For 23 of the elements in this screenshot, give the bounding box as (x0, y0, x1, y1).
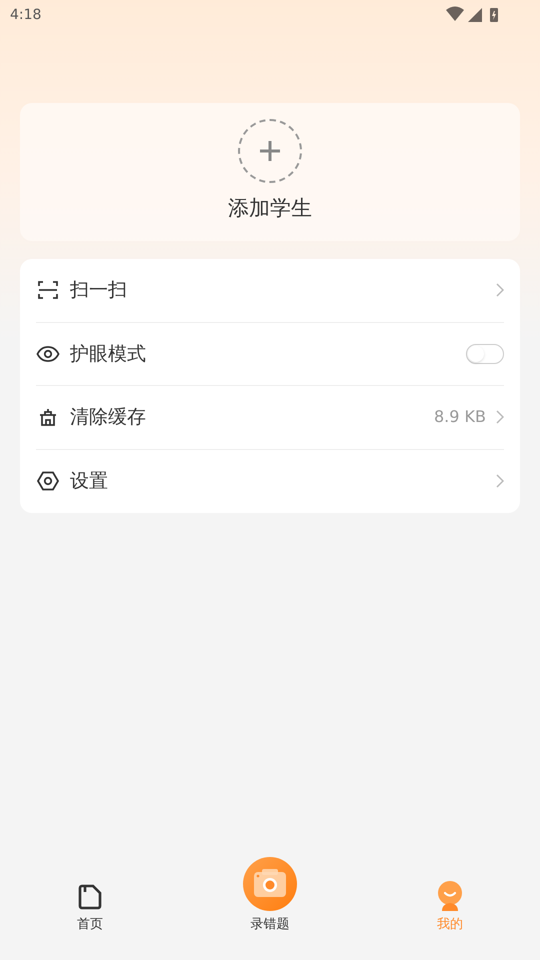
nav-tab[interactable]: 首页 (0, 882, 180, 934)
status-time: 4:18 (10, 6, 42, 24)
nav-tab[interactable]: 录错题 (180, 856, 360, 934)
add-student-button[interactable] (238, 119, 302, 184)
settings-icon (36, 469, 60, 494)
menu-label: 清除缓存 (70, 405, 147, 430)
plus-icon (258, 139, 282, 164)
toggle-switch[interactable] (466, 344, 504, 364)
menu-label: 扫一扫 (70, 278, 128, 303)
notebook-icon (76, 882, 104, 910)
menu-item[interactable]: 护眼模式 (36, 322, 504, 386)
menu-label: 护眼模式 (70, 342, 147, 366)
menu-label: 设置 (70, 469, 109, 494)
menu-item[interactable]: 清除缓存 8.9 KB (36, 386, 504, 450)
menu-item[interactable]: 扫一扫 (36, 259, 504, 322)
camera-icon (243, 856, 297, 910)
add-student-label: 添加学生 (228, 195, 312, 222)
chevron-icon (496, 474, 504, 488)
chevron-icon (496, 410, 504, 424)
person-icon (436, 880, 464, 910)
cache-size: 8.9 KB (434, 406, 486, 428)
chevron-icon (496, 283, 504, 298)
menu-item[interactable]: 设置 (36, 450, 504, 513)
